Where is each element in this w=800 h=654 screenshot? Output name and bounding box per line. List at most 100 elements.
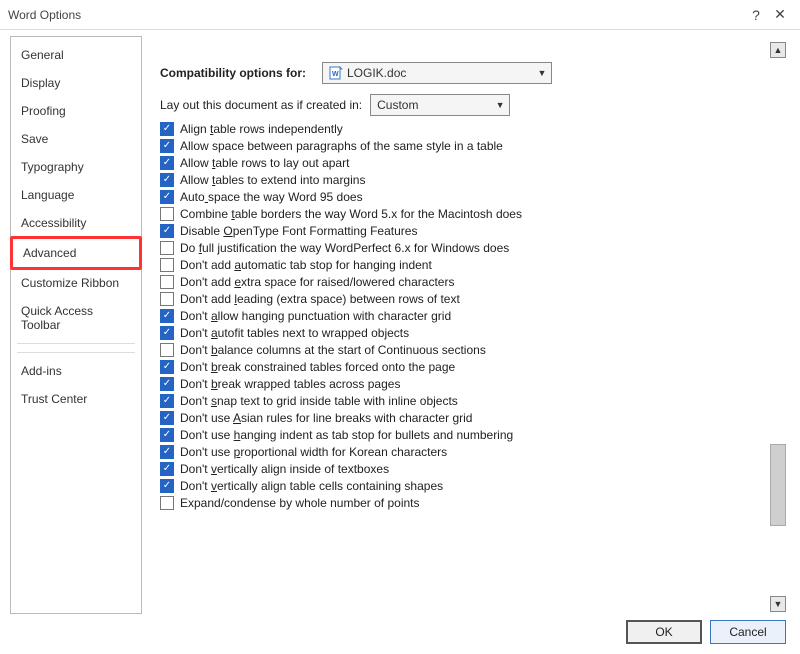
cancel-button[interactable]: Cancel (710, 620, 786, 644)
compat-option-row: Don't use hanging indent as tab stop for… (160, 428, 776, 442)
compat-option-label[interactable]: Don't add extra space for raised/lowered… (180, 275, 454, 289)
compat-checkbox[interactable] (160, 479, 174, 493)
close-icon[interactable]: ✕ (768, 4, 792, 25)
compat-checkbox[interactable] (160, 207, 174, 221)
compat-option-label[interactable]: Auto space the way Word 95 does (180, 190, 363, 204)
compat-checkbox[interactable] (160, 326, 174, 340)
compat-option-row: Combine table borders the way Word 5.x f… (160, 207, 776, 221)
compat-option-label[interactable]: Don't snap text to grid inside table wit… (180, 394, 458, 408)
compat-option-label[interactable]: Expand/condense by whole number of point… (180, 496, 420, 510)
scroll-up-button[interactable]: ▲ (770, 42, 786, 58)
compat-option-label[interactable]: Don't use hanging indent as tab stop for… (180, 428, 513, 442)
category-sidebar: GeneralDisplayProofingSaveTypographyLang… (10, 36, 142, 614)
compat-option-row: Don't use proportional width for Korean … (160, 445, 776, 459)
compat-checkbox[interactable] (160, 309, 174, 323)
sidebar-item-language[interactable]: Language (11, 181, 141, 209)
compat-checkbox[interactable] (160, 224, 174, 238)
compat-option-label[interactable]: Don't use proportional width for Korean … (180, 445, 447, 459)
compat-checkbox[interactable] (160, 139, 174, 153)
compat-option-label[interactable]: Don't vertically align table cells conta… (180, 479, 443, 493)
compat-option-label[interactable]: Don't allow hanging punctuation with cha… (180, 309, 451, 323)
titlebar: Word Options ? ✕ (0, 0, 800, 30)
compat-checkbox[interactable] (160, 292, 174, 306)
sidebar-item-display[interactable]: Display (11, 69, 141, 97)
help-icon[interactable]: ? (744, 5, 768, 25)
content-pane: ▲ ▼ Compatibility options for: W LOGIK.d… (142, 36, 790, 614)
compat-options-list: Align table rows independently Allow spac… (160, 122, 776, 510)
compat-option-row: Allow tables to extend into margins (160, 173, 776, 187)
compat-option-label[interactable]: Don't use Asian rules for line breaks wi… (180, 411, 472, 425)
scroll-down-button[interactable]: ▼ (770, 596, 786, 612)
compat-checkbox[interactable] (160, 445, 174, 459)
compat-option-row: Expand/condense by whole number of point… (160, 496, 776, 510)
compat-checkbox[interactable] (160, 377, 174, 391)
compat-option-row: Don't autofit tables next to wrapped obj… (160, 326, 776, 340)
sidebar-item-general[interactable]: General (11, 41, 141, 69)
compat-option-label[interactable]: Do full justification the way WordPerfec… (180, 241, 509, 255)
compat-option-row: Allow space between paragraphs of the sa… (160, 139, 776, 153)
compat-checkbox[interactable] (160, 360, 174, 374)
sidebar-separator (17, 352, 135, 353)
compat-checkbox[interactable] (160, 411, 174, 425)
sidebar-item-save[interactable]: Save (11, 125, 141, 153)
compat-option-label[interactable]: Don't add leading (extra space) between … (180, 292, 460, 306)
compat-checkbox[interactable] (160, 173, 174, 187)
compat-checkbox[interactable] (160, 156, 174, 170)
compat-option-label[interactable]: Allow space between paragraphs of the sa… (180, 139, 503, 153)
sidebar-item-typography[interactable]: Typography (11, 153, 141, 181)
compat-doc-name: LOGIK.doc (347, 66, 535, 80)
word-options-dialog: Word Options ? ✕ GeneralDisplayProofingS… (0, 0, 800, 654)
compat-option-row: Don't balance columns at the start of Co… (160, 343, 776, 357)
compat-option-row: Don't add leading (extra space) between … (160, 292, 776, 306)
compat-checkbox[interactable] (160, 496, 174, 510)
compat-checkbox[interactable] (160, 122, 174, 136)
ok-button[interactable]: OK (626, 620, 702, 644)
sidebar-separator (17, 343, 135, 344)
compat-option-label[interactable]: Disable OpenType Font Formatting Feature… (180, 224, 417, 238)
compat-checkbox[interactable] (160, 258, 174, 272)
layout-dropdown[interactable]: Custom ▼ (370, 94, 510, 116)
chevron-down-icon: ▼ (493, 100, 507, 110)
compat-checkbox[interactable] (160, 241, 174, 255)
dialog-body: GeneralDisplayProofingSaveTypographyLang… (0, 30, 800, 614)
compat-section-header: Compatibility options for: W LOGIK.doc ▼ (160, 62, 776, 84)
compat-checkbox[interactable] (160, 394, 174, 408)
compat-checkbox[interactable] (160, 275, 174, 289)
layout-value: Custom (377, 98, 493, 112)
compat-option-row: Align table rows independently (160, 122, 776, 136)
compat-option-label[interactable]: Align table rows independently (180, 122, 343, 136)
compat-option-label[interactable]: Combine table borders the way Word 5.x f… (180, 207, 522, 221)
compat-option-label[interactable]: Allow tables to extend into margins (180, 173, 365, 187)
compat-option-label[interactable]: Don't add automatic tab stop for hanging… (180, 258, 432, 272)
sidebar-item-proofing[interactable]: Proofing (11, 97, 141, 125)
compat-option-row: Auto space the way Word 95 does (160, 190, 776, 204)
compat-checkbox[interactable] (160, 343, 174, 357)
compat-checkbox[interactable] (160, 462, 174, 476)
compat-option-label[interactable]: Don't vertically align inside of textbox… (180, 462, 389, 476)
compat-option-label[interactable]: Don't break wrapped tables across pages (180, 377, 400, 391)
compat-checkbox[interactable] (160, 428, 174, 442)
compat-option-label[interactable]: Don't balance columns at the start of Co… (180, 343, 486, 357)
sidebar-item-customize-ribbon[interactable]: Customize Ribbon (11, 269, 141, 297)
sidebar-item-add-ins[interactable]: Add-ins (11, 357, 141, 385)
compat-option-label[interactable]: Don't autofit tables next to wrapped obj… (180, 326, 409, 340)
window-title: Word Options (8, 8, 744, 22)
sidebar-item-trust-center[interactable]: Trust Center (11, 385, 141, 413)
compat-option-row: Don't add extra space for raised/lowered… (160, 275, 776, 289)
compat-option-row: Don't add automatic tab stop for hanging… (160, 258, 776, 272)
word-doc-icon: W (329, 66, 343, 80)
scrollbar-thumb[interactable] (770, 444, 786, 526)
sidebar-item-accessibility[interactable]: Accessibility (11, 209, 141, 237)
compat-option-row: Don't vertically align inside of textbox… (160, 462, 776, 476)
compat-option-row: Don't snap text to grid inside table wit… (160, 394, 776, 408)
compat-option-row: Do full justification the way WordPerfec… (160, 241, 776, 255)
compat-option-row: Don't use Asian rules for line breaks wi… (160, 411, 776, 425)
compat-doc-dropdown[interactable]: W LOGIK.doc ▼ (322, 62, 552, 84)
compat-option-label[interactable]: Allow table rows to lay out apart (180, 156, 349, 170)
compat-option-row: Don't break wrapped tables across pages (160, 377, 776, 391)
compat-checkbox[interactable] (160, 190, 174, 204)
sidebar-item-advanced[interactable]: Advanced (10, 236, 142, 270)
compat-option-label[interactable]: Don't break constrained tables forced on… (180, 360, 455, 374)
compat-option-row: Don't break constrained tables forced on… (160, 360, 776, 374)
sidebar-item-quick-access-toolbar[interactable]: Quick Access Toolbar (11, 297, 141, 339)
